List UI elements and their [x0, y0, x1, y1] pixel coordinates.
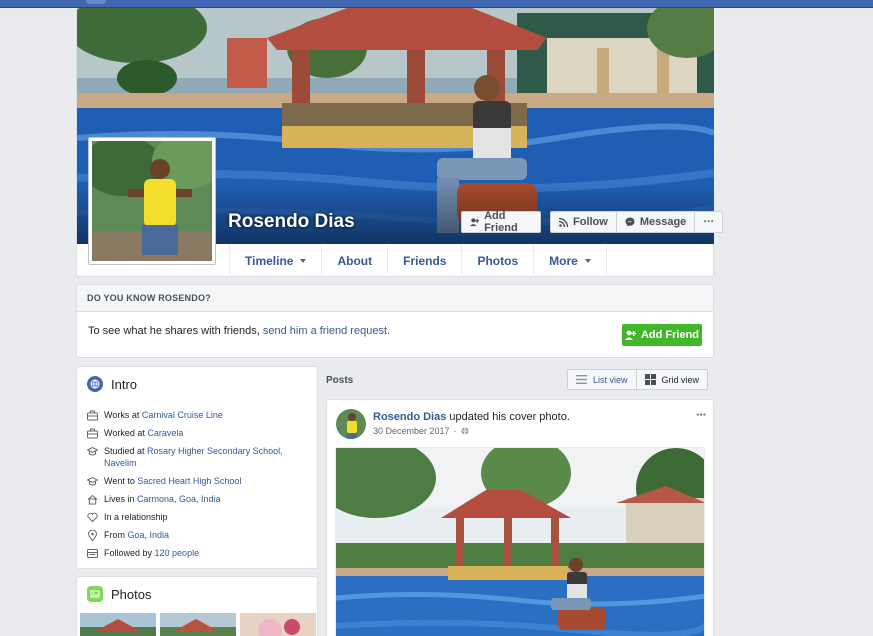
intro-item-prefix: Followed by: [104, 548, 155, 558]
intro-item-past-work: Worked at Caravela: [87, 427, 312, 439]
post-header: Rosendo Dias updated his cover photo.: [373, 411, 570, 423]
photo-thumbnail[interactable]: [160, 613, 236, 636]
grid-view-label: Grid view: [661, 374, 700, 385]
intro-item-link[interactable]: Carmona, Goa, India: [137, 494, 221, 504]
nav-icon[interactable]: [86, 0, 106, 4]
intro-item-studied: Studied at Rosary Higher Secondary Schoo…: [87, 445, 312, 469]
briefcase-icon: [87, 410, 98, 421]
post-timestamp: 30 December 2017 ·: [373, 426, 469, 436]
profile-action-group: Follow Message ···: [550, 211, 724, 233]
follow-button[interactable]: Follow: [551, 212, 617, 232]
tab-friends-label: Friends: [403, 253, 447, 268]
tab-about[interactable]: About: [321, 244, 387, 277]
friend-request-text: To see what he shares with friends, send…: [88, 325, 390, 337]
intro-item-prefix: Lives in: [104, 494, 138, 504]
friend-request-heading: DO YOU KNOW ROSENDO?: [77, 285, 713, 312]
post-date-separator: ·: [453, 426, 457, 436]
intro-item-link[interactable]: Carnival Cruise Line: [142, 410, 223, 420]
intro-item-relationship: In a relationship: [87, 511, 312, 523]
tab-photos[interactable]: Photos: [461, 244, 533, 277]
list-view-label: List view: [593, 374, 628, 385]
public-globe-icon[interactable]: [461, 427, 469, 435]
intro-item-prefix: In a relationship: [104, 512, 168, 522]
post: Rosendo Dias updated his cover photo. 30…: [326, 399, 714, 636]
photos-header[interactable]: Photos: [87, 586, 151, 602]
grid-icon: [644, 374, 656, 385]
intro-header: Intro: [87, 376, 137, 392]
profile-name[interactable]: Rosendo Dias: [228, 211, 355, 233]
location-pin-icon: [87, 530, 98, 541]
view-toggle: List view Grid view: [567, 369, 709, 390]
intro-item-prefix: Studied at: [104, 446, 148, 456]
add-friend-green-label: Add Friend: [640, 329, 700, 341]
post-author-avatar[interactable]: [336, 409, 366, 439]
list-view-button[interactable]: List view: [568, 370, 636, 389]
grid-view-button[interactable]: Grid view: [635, 370, 708, 389]
intro-item-link[interactable]: 120 people: [155, 548, 200, 558]
profile-picture[interactable]: [88, 137, 216, 265]
messenger-icon: [625, 217, 635, 227]
add-friend-icon: [470, 218, 480, 227]
intro-details: Works at Carnival Cruise Line Worked at …: [87, 409, 312, 565]
intro-item-prefix: Worked at: [104, 428, 148, 438]
intro-item-link[interactable]: Sacred Heart High School: [137, 476, 241, 486]
tab-photos-label: Photos: [477, 253, 519, 268]
tab-friends[interactable]: Friends: [387, 244, 461, 277]
more-options-button[interactable]: ···: [695, 212, 722, 232]
intro-item-followers: Followed by 120 people: [87, 547, 312, 559]
caret-down-icon: [300, 258, 307, 263]
tab-more-label: More: [549, 253, 578, 268]
post-options-button[interactable]: ···: [696, 407, 707, 422]
add-friend-label: Add Friend: [484, 210, 518, 234]
photos-card: Photos: [76, 576, 318, 636]
add-friend-green-button[interactable]: Add Friend: [622, 324, 702, 346]
photos-title: Photos: [111, 586, 152, 602]
tab-more[interactable]: More: [533, 244, 607, 277]
friend-request-message: To see what he shares with friends,: [88, 325, 263, 337]
intro-item-prefix: From: [104, 530, 128, 540]
add-friend-icon: [624, 330, 636, 340]
intro-item-school: Went to Sacred Heart High School: [87, 475, 312, 487]
caret-down-icon: [584, 258, 591, 263]
top-navigation-bar: [0, 0, 873, 8]
friend-request-prompt: DO YOU KNOW ROSENDO? To see what he shar…: [76, 284, 714, 358]
message-label: Message: [639, 216, 687, 228]
intro-item-link[interactable]: Goa, India: [128, 530, 170, 540]
intro-item-link[interactable]: Caravela: [147, 428, 183, 438]
list-icon: [576, 375, 587, 384]
intro-item-work: Works at Carnival Cruise Line: [87, 409, 312, 421]
house-icon: [87, 494, 98, 505]
photos-icon: [87, 586, 103, 602]
intro-item-from: From Goa, India: [87, 529, 312, 541]
follow-label: Follow: [573, 216, 608, 228]
profile-header: Rosendo Dias Add Friend Follow Message ·…: [76, 8, 724, 277]
intro-item-prefix: Works at: [104, 410, 142, 420]
intro-title: Intro: [111, 376, 138, 392]
photo-thumbnail[interactable]: [80, 613, 156, 636]
intro-item-prefix: Went to: [104, 476, 138, 486]
graduation-cap-icon: [87, 476, 98, 486]
more-options-label: ···: [703, 216, 715, 228]
rss-icon: [559, 217, 568, 227]
message-button[interactable]: Message: [617, 212, 696, 232]
tab-timeline[interactable]: Timeline: [229, 244, 321, 277]
posts-label: Posts: [326, 375, 354, 386]
heart-icon: [87, 512, 98, 523]
intro-card: Intro Works at Carnival Cruise Line Work…: [76, 366, 318, 569]
tab-about-label: About: [337, 253, 373, 268]
post-action-text: updated his cover photo.: [446, 411, 570, 423]
post-cover-photo[interactable]: [335, 447, 705, 636]
post-author-name[interactable]: Rosendo Dias: [373, 411, 446, 423]
intro-item-lives: Lives in Carmona, Goa, India: [87, 493, 312, 505]
photo-thumbnail[interactable]: [240, 613, 316, 636]
tab-timeline-label: Timeline: [245, 253, 294, 268]
graduation-cap-icon: [87, 446, 98, 456]
profile-tabs: Timeline About Friends Photos More: [229, 244, 607, 277]
post-date[interactable]: 30 December 2017: [373, 426, 450, 436]
add-friend-button[interactable]: Add Friend: [461, 210, 541, 234]
followers-icon: [87, 549, 98, 558]
briefcase-icon: [87, 428, 98, 439]
send-friend-request-link[interactable]: send him a friend request.: [263, 325, 390, 337]
globe-icon: [87, 376, 103, 392]
